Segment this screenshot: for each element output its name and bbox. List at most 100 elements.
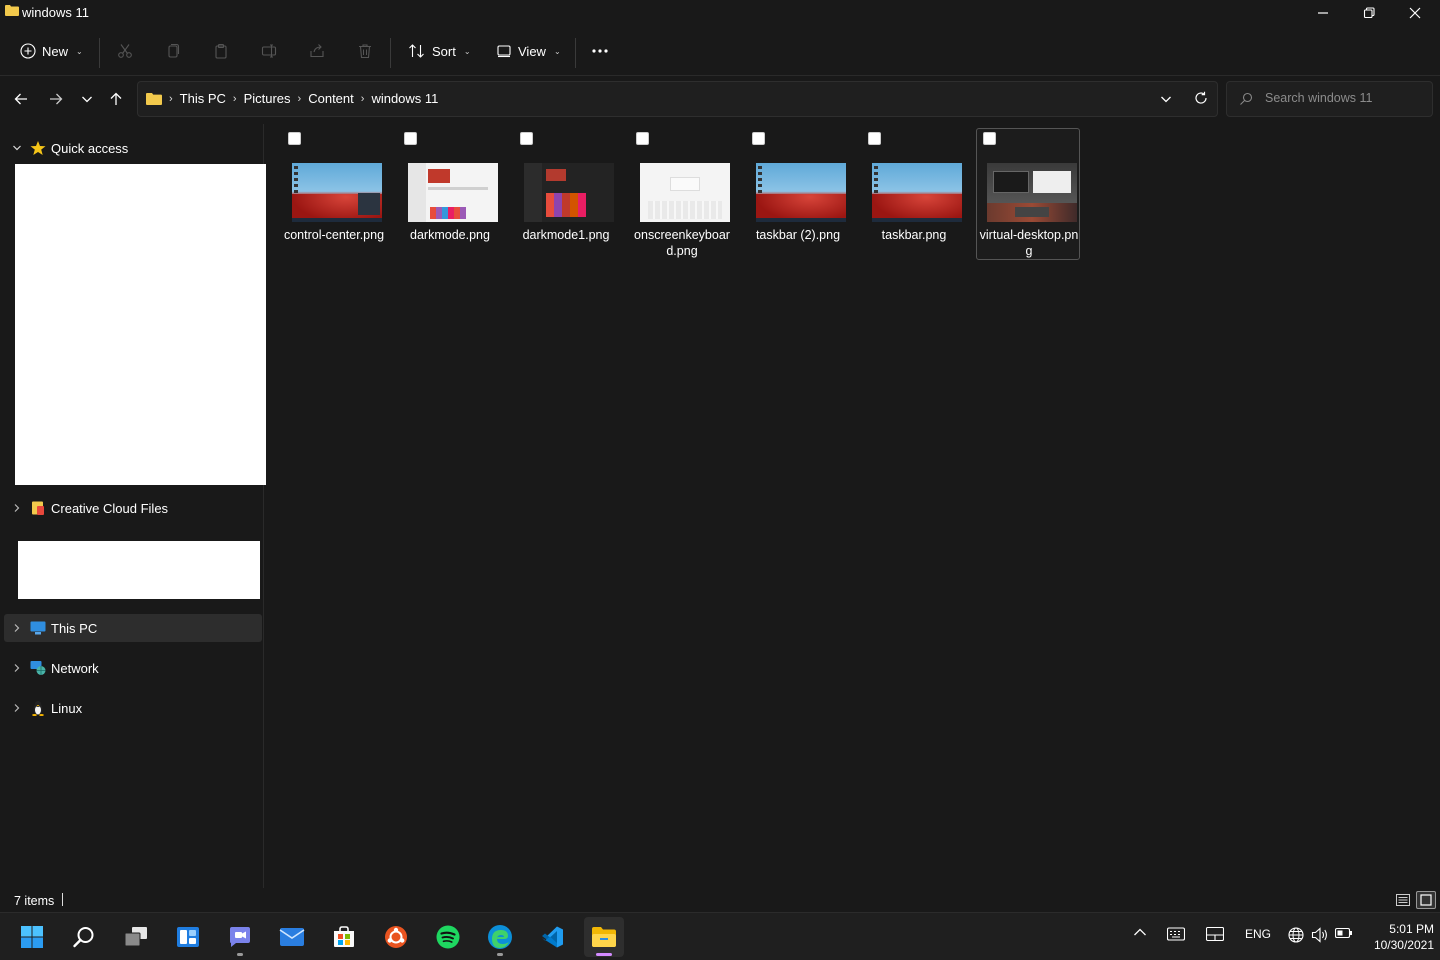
recent-locations-button[interactable]	[76, 88, 98, 110]
vscode-button[interactable]	[532, 917, 572, 957]
network-status-icon[interactable]	[1286, 927, 1306, 943]
back-button[interactable]	[10, 88, 32, 110]
nav-item-creative-cloud[interactable]: Creative Cloud Files	[4, 494, 262, 522]
view-label: View	[518, 43, 546, 59]
file-item[interactable]: onscreenkeyboard.png	[629, 128, 733, 260]
navigation-pane: Quick access Creative Cloud Files This P…	[0, 124, 266, 888]
nav-item-this-pc[interactable]: This PC	[4, 614, 262, 642]
breadcrumb-pictures[interactable]: Pictures	[244, 91, 291, 106]
select-checkbox[interactable]	[983, 132, 996, 145]
breadcrumb-windows-11[interactable]: windows 11	[371, 91, 438, 106]
nav-label: This PC	[51, 620, 98, 636]
cut-button[interactable]	[114, 40, 136, 62]
breadcrumb-content[interactable]: Content	[308, 91, 354, 106]
large-icons-view-button[interactable]	[1416, 891, 1436, 909]
sort-button[interactable]: Sort ⌄	[408, 38, 471, 64]
task-view-button[interactable]	[116, 917, 156, 957]
select-checkbox[interactable]	[520, 132, 533, 145]
divider	[575, 38, 576, 68]
select-checkbox[interactable]	[868, 132, 881, 145]
view-icon	[497, 45, 511, 58]
language-indicator[interactable]: ENG	[1240, 927, 1276, 941]
store-button[interactable]	[324, 917, 364, 957]
delete-button[interactable]	[354, 40, 376, 62]
widgets-button[interactable]	[168, 917, 208, 957]
edge-button[interactable]	[480, 917, 520, 957]
arrow-right-icon	[50, 93, 63, 105]
file-name: taskbar (2).png	[755, 228, 841, 242]
select-checkbox[interactable]	[636, 132, 649, 145]
search-box[interactable]	[1226, 81, 1433, 117]
select-checkbox[interactable]	[752, 132, 765, 145]
search-icon	[1239, 92, 1253, 106]
clock[interactable]: 5:01 PM 10/30/2021	[1360, 921, 1434, 953]
divider	[99, 38, 100, 68]
chevron-right-icon: ›	[297, 92, 302, 105]
file-item[interactable]: taskbar.png	[861, 128, 965, 260]
chevron-right-icon[interactable]	[6, 703, 28, 713]
chevron-right-icon[interactable]	[6, 663, 28, 673]
chevron-right-icon[interactable]	[6, 503, 28, 513]
minimize-icon	[1318, 12, 1328, 14]
nav-label: Creative Cloud Files	[51, 500, 169, 516]
teams-chat-button[interactable]	[220, 917, 260, 957]
search-button[interactable]	[64, 917, 104, 957]
active-indicator	[596, 953, 612, 956]
file-item[interactable]: taskbar (2).png	[745, 128, 849, 260]
address-bar[interactable]: › This PC › Pictures › Content › windows…	[137, 81, 1218, 117]
paste-button[interactable]	[210, 40, 232, 62]
file-explorer-icon	[592, 927, 616, 947]
up-button[interactable]	[105, 88, 127, 110]
ubuntu-icon	[385, 926, 407, 948]
edge-icon	[488, 925, 512, 949]
details-view-button[interactable]	[1393, 891, 1413, 909]
copy-button[interactable]	[162, 40, 184, 62]
nav-item-quick-access[interactable]: Quick access	[4, 134, 262, 162]
refresh-button[interactable]	[1194, 91, 1208, 105]
search-input[interactable]	[1265, 91, 1425, 105]
spotify-button[interactable]	[428, 917, 468, 957]
battery-icon[interactable]	[1334, 927, 1354, 939]
chevron-right-icon: ›	[232, 92, 237, 105]
restore-button[interactable]	[1346, 0, 1392, 26]
close-icon	[1409, 7, 1421, 19]
close-button[interactable]	[1392, 0, 1438, 26]
file-item[interactable]: darkmode1.png	[513, 128, 617, 260]
more-options-button[interactable]	[589, 40, 611, 62]
nav-item-network[interactable]: Network	[4, 654, 262, 682]
tile-view-icon	[1420, 894, 1432, 906]
store-icon	[334, 926, 354, 947]
touch-keyboard-button[interactable]	[1165, 927, 1187, 941]
chevron-down-icon: ⌄	[76, 46, 83, 56]
show-hidden-icons-button[interactable]	[1130, 927, 1150, 937]
ubuntu-button[interactable]	[376, 917, 416, 957]
chevron-right-icon[interactable]	[6, 623, 28, 633]
input-panel-button[interactable]	[1204, 927, 1226, 941]
chevron-right-icon: ›	[360, 92, 365, 105]
start-button[interactable]	[12, 917, 52, 957]
forward-button[interactable]	[45, 88, 67, 110]
nav-item-linux[interactable]: Linux	[4, 694, 262, 722]
new-label: New	[42, 43, 69, 59]
new-button[interactable]: New ⌄	[20, 38, 83, 64]
arrow-left-icon	[14, 93, 27, 105]
minimize-button[interactable]	[1300, 0, 1346, 26]
view-button[interactable]: View ⌄	[496, 38, 561, 64]
rename-button[interactable]	[258, 40, 280, 62]
command-bar: New ⌄ Sort ⌄ View ⌄	[0, 26, 1440, 76]
select-checkbox[interactable]	[288, 132, 301, 145]
volume-icon[interactable]	[1310, 927, 1330, 943]
breadcrumb-this-pc[interactable]: This PC	[180, 91, 226, 106]
network-icon	[28, 659, 48, 677]
nav-label: Quick access	[51, 140, 129, 156]
file-explorer-button[interactable]	[584, 917, 624, 957]
address-history-dropdown[interactable]	[1160, 93, 1172, 105]
file-name: control-center.png	[283, 228, 385, 242]
select-checkbox[interactable]	[404, 132, 417, 145]
chevron-down-icon[interactable]	[6, 143, 28, 153]
file-item[interactable]: virtual-desktop.png	[976, 128, 1080, 260]
mail-button[interactable]	[272, 917, 312, 957]
file-item[interactable]: darkmode.png	[397, 128, 501, 260]
share-button[interactable]	[306, 40, 328, 62]
file-item[interactable]: control-center.png	[281, 128, 385, 260]
